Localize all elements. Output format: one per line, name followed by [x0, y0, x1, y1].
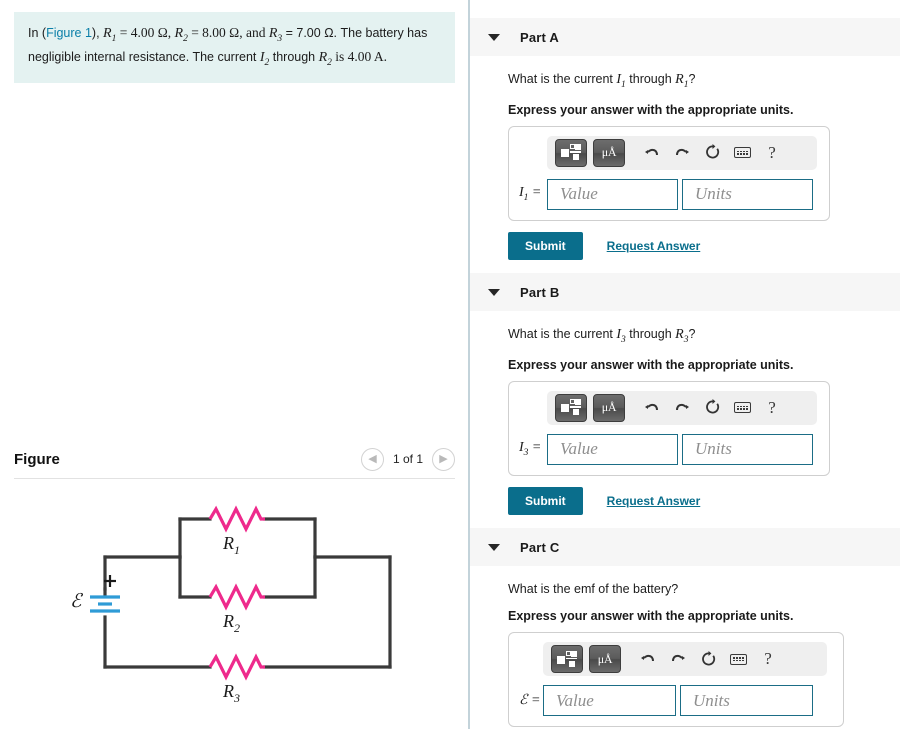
emf-label: ℰ: [70, 591, 84, 612]
part-a-block: Part A What is the current I1 through R1…: [470, 18, 900, 260]
part-b-answer-box: μÅ ? I3 = Value Units: [508, 380, 830, 476]
figure-header: Figure ◀ 1 of 1 ▶: [14, 440, 455, 478]
part-a-request-answer-link[interactable]: Request Answer: [607, 239, 701, 253]
reset-icon[interactable]: [693, 646, 723, 672]
help-icon[interactable]: ?: [753, 646, 783, 672]
part-b-express-instruction: Express your answer with the appropriate…: [508, 357, 794, 372]
reset-icon[interactable]: [697, 140, 727, 166]
undo-icon[interactable]: [637, 395, 667, 421]
circuit-diagram: ℰ R1 R2 R3: [60, 497, 430, 707]
part-b-body: What is the current I3 through R3? Expre…: [470, 311, 900, 515]
redo-icon[interactable]: [667, 395, 697, 421]
part-b-toolbar: μÅ ?: [547, 390, 817, 425]
part-c-lhs-label: ℰ =: [519, 693, 541, 708]
caret-down-icon[interactable]: [488, 543, 500, 551]
part-b-question: What is the current I3 through R3?: [508, 327, 696, 345]
resistor-r1-zigzag: [208, 505, 265, 533]
undo-icon[interactable]: [633, 646, 663, 672]
reset-icon[interactable]: [697, 395, 727, 421]
left-pane: In (Figure 1), R1 = 4.00 Ω, R2 = 8.00 Ω,…: [0, 0, 470, 729]
math-template-icon[interactable]: [555, 138, 587, 167]
caret-down-icon[interactable]: [488, 288, 500, 296]
redo-icon[interactable]: [663, 646, 693, 672]
part-b-label: Part B: [520, 284, 560, 300]
part-b-units-input[interactable]: Units: [682, 433, 813, 465]
r1-symbol: R1: [103, 26, 117, 44]
problem-page: In (Figure 1), R1 = 4.00 Ω, R2 = 8.00 Ω,…: [0, 0, 900, 729]
part-a-answer-box: μÅ ? I1 = Value Units: [508, 125, 830, 221]
battery-symbol: [90, 595, 120, 613]
problem-text-middle: ),: [91, 26, 104, 40]
units-button[interactable]: μÅ: [593, 393, 625, 422]
part-a-actions: Submit Request Answer: [508, 231, 900, 260]
part-c-label: Part C: [520, 539, 560, 555]
part-b-lhs-label: I3 =: [519, 440, 542, 459]
resistor-r2-zigzag: [208, 583, 265, 611]
problem-text-prefix: In (: [28, 26, 47, 40]
part-b-request-answer-link[interactable]: Request Answer: [607, 494, 701, 508]
r1-value: = 4.00 Ω,: [116, 25, 175, 40]
part-c-header[interactable]: Part C: [470, 528, 900, 566]
part-a-units-input[interactable]: Units: [682, 178, 813, 210]
help-icon[interactable]: ?: [757, 395, 787, 421]
part-a-question: What is the current I1 through R1?: [508, 72, 696, 90]
part-a-body: What is the current I1 through R1? Expre…: [470, 56, 900, 260]
part-c-express-instruction: Express your answer with the appropriate…: [508, 609, 794, 623]
part-c-body: What is the emf of the battery? Express …: [470, 566, 900, 729]
part-c-answer-box: μÅ ? ℰ = Value Units: [508, 632, 844, 727]
part-a-toolbar: μÅ ?: [547, 135, 817, 170]
undo-icon[interactable]: [637, 140, 667, 166]
answer-pane: Part A What is the current I1 through R1…: [470, 0, 900, 729]
r3-symbol: R3: [268, 26, 283, 44]
part-a-lhs-label: I1 =: [519, 185, 542, 204]
part-b-block: Part B What is the current I3 through R3…: [470, 273, 900, 515]
keyboard-icon[interactable]: [727, 395, 757, 421]
figure-divider: [14, 478, 455, 479]
part-a-header[interactable]: Part A: [470, 18, 900, 56]
part-a-value-input[interactable]: Value: [547, 178, 678, 210]
part-b-actions: Submit Request Answer: [508, 486, 900, 515]
part-c-question: What is the emf of the battery?: [508, 582, 679, 596]
resistor-r3-zigzag: [208, 653, 265, 681]
part-c-value-input[interactable]: Value: [543, 685, 676, 716]
part-c-block: Part C What is the emf of the battery? E…: [470, 528, 900, 729]
part-a-express-instruction: Express your answer with the appropriate…: [508, 102, 794, 117]
part-b-answer-row: I3 = Value Units: [519, 433, 819, 465]
figure-pager: ◀ 1 of 1 ▶: [360, 447, 455, 471]
part-a-label: Part A: [520, 29, 560, 45]
part-b-header[interactable]: Part B: [470, 273, 900, 311]
figure-page-count: 1 of 1: [392, 452, 423, 466]
r2-symbol-second: R2: [318, 49, 332, 68]
figure-title: Figure: [14, 450, 60, 468]
math-template-icon[interactable]: [555, 393, 587, 422]
caret-down-icon[interactable]: [488, 33, 500, 41]
problem-statement: In (Figure 1), R1 = 4.00 Ω, R2 = 8.00 Ω,…: [14, 12, 455, 84]
r2-symbol: R2: [174, 26, 188, 44]
circuit-svg: ℰ R1 R2 R3: [70, 505, 392, 705]
resistor-r2-label: R2: [222, 611, 240, 635]
i2-through-text: through: [269, 49, 319, 64]
part-a-answer-row: I1 = Value Units: [519, 178, 819, 210]
part-a-submit-button[interactable]: Submit: [508, 231, 583, 260]
r2-value: = 8.00 Ω, and: [187, 25, 269, 40]
units-button[interactable]: μÅ: [593, 138, 625, 167]
math-template-icon[interactable]: [551, 645, 583, 673]
resistor-r3-label: R3: [222, 681, 240, 705]
units-button[interactable]: μÅ: [589, 645, 621, 673]
redo-icon[interactable]: [667, 140, 697, 166]
part-c-answer-row: ℰ = Value Units: [519, 685, 833, 716]
chevron-right-icon[interactable]: ▶: [432, 447, 455, 471]
figure-1-link[interactable]: Figure 1: [46, 26, 92, 40]
keyboard-icon[interactable]: [723, 646, 753, 672]
keyboard-icon[interactable]: [727, 140, 757, 166]
chevron-left-icon[interactable]: ◀: [360, 447, 384, 471]
i2-symbol: I2: [259, 49, 270, 68]
part-b-submit-button[interactable]: Submit: [508, 486, 583, 515]
part-c-units-input[interactable]: Units: [680, 685, 813, 716]
i2-value: is 4.00 A.: [331, 48, 388, 64]
resistor-r1-label: R1: [222, 533, 240, 557]
part-c-toolbar: μÅ ?: [543, 642, 827, 676]
part-b-value-input[interactable]: Value: [547, 433, 678, 465]
help-icon[interactable]: ?: [757, 140, 787, 166]
